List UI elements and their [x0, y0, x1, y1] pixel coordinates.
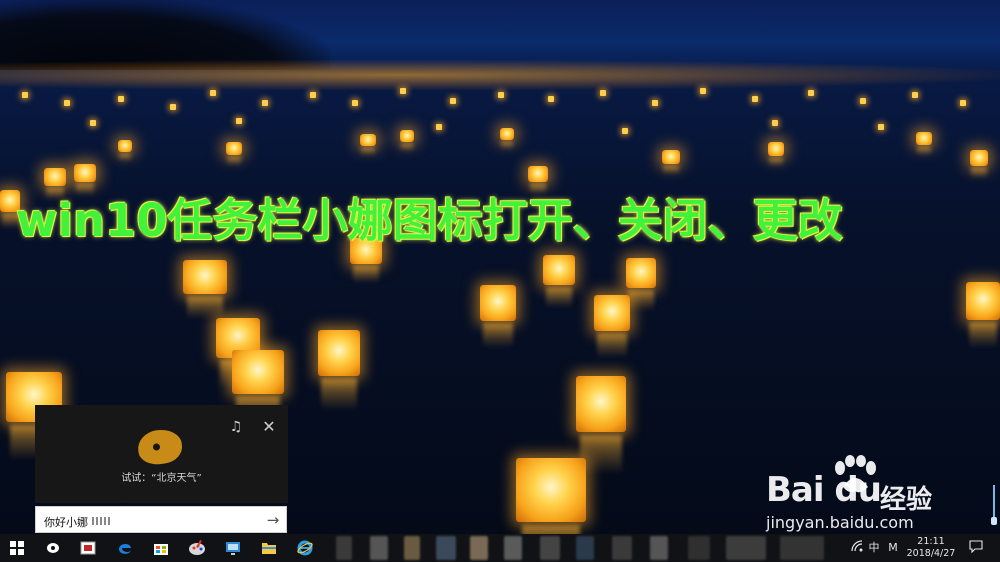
lantern [232, 350, 284, 394]
lantern [318, 330, 360, 376]
network-icon[interactable] [850, 540, 864, 556]
cortana-icon[interactable] [36, 534, 70, 562]
lantern-dot [878, 124, 884, 130]
lantern-dot [310, 92, 316, 98]
clock-time: 21:11 [917, 536, 945, 547]
clock-date: 2018/4/27 [906, 548, 956, 559]
lantern-dot [752, 96, 758, 102]
lantern-dot [450, 98, 456, 104]
lantern [226, 142, 242, 155]
lantern [183, 260, 227, 294]
lantern-dot [236, 118, 242, 124]
ime-mode[interactable]: M [886, 540, 900, 556]
music-notes-icon[interactable]: ♫ [226, 419, 246, 435]
lantern-dot [912, 92, 918, 98]
lantern [966, 282, 1000, 320]
lantern [543, 255, 575, 285]
lantern-dot [352, 100, 358, 106]
lantern [768, 142, 784, 156]
running-app-blurred[interactable] [576, 536, 594, 560]
lantern [500, 128, 514, 140]
lantern [360, 134, 376, 146]
lantern [626, 258, 656, 288]
system-clock[interactable]: 21:11 2018/4/27 [906, 536, 956, 560]
windows-start-icon[interactable] [0, 534, 34, 562]
voice-wave-icon [92, 517, 110, 525]
horizon-glow [0, 60, 1000, 90]
lantern-dot [210, 90, 216, 96]
volume-slider[interactable] [991, 485, 997, 525]
lantern-dot [64, 100, 70, 106]
arrow-right-icon[interactable]: → [264, 511, 282, 529]
running-app-blurred[interactable] [612, 536, 632, 560]
watermark-brand: Bai du [766, 470, 882, 510]
lantern-dot [808, 90, 814, 96]
action-center-icon[interactable] [966, 540, 986, 556]
lantern [74, 164, 96, 182]
watermark-brand-cn: 经验 [880, 485, 933, 515]
lantern [400, 130, 414, 142]
edge-icon[interactable] [108, 534, 142, 562]
running-app-blurred[interactable] [370, 536, 388, 560]
search-input-text[interactable]: 你好小娜 [44, 514, 88, 530]
volume-thumb[interactable] [991, 517, 997, 525]
lantern-dot [652, 100, 658, 106]
lantern-dot [548, 96, 554, 102]
running-app-blurred[interactable] [780, 536, 824, 560]
cortana-hint: 试试：“北京天气” [121, 473, 202, 484]
task-view-icon[interactable] [72, 534, 106, 562]
lantern-dot [118, 96, 124, 102]
lantern-dot [860, 98, 866, 104]
lantern-dot [170, 104, 176, 110]
internet-explorer-icon[interactable] [288, 534, 322, 562]
lantern-dot [700, 88, 706, 94]
store-icon[interactable] [144, 534, 178, 562]
lantern [916, 132, 932, 145]
cortana-avatar [135, 427, 185, 467]
lantern-dot [498, 92, 504, 98]
lantern [662, 150, 680, 164]
lantern [118, 140, 132, 152]
lantern [970, 150, 988, 166]
lantern-dot [772, 120, 778, 126]
close-icon[interactable]: ✕ [259, 417, 279, 437]
lantern-dot [600, 90, 606, 96]
lantern [528, 166, 548, 182]
lantern-dot [622, 128, 628, 134]
running-app-blurred[interactable] [726, 536, 766, 560]
running-app-blurred[interactable] [504, 536, 522, 560]
running-app-blurred[interactable] [470, 536, 488, 560]
page-headline: win10任务栏小娜图标打开、关闭、更改 [16, 194, 843, 247]
lantern-dot [22, 92, 28, 98]
running-app-blurred[interactable] [688, 536, 710, 560]
running-app-blurred[interactable] [650, 536, 668, 560]
taskbar: 中 M 21:11 2018/4/27 [0, 534, 1000, 562]
lantern [594, 295, 630, 331]
lantern [480, 285, 516, 321]
lantern [516, 458, 586, 522]
paint-icon[interactable] [180, 534, 214, 562]
file-explorer-icon[interactable] [252, 534, 286, 562]
baidu-watermark: Bai du 经验 jingyan.baidu.com [760, 455, 960, 535]
running-app-blurred[interactable] [540, 536, 560, 560]
running-app-blurred[interactable] [336, 536, 352, 560]
lantern-dot [400, 88, 406, 94]
remote-desktop-icon[interactable] [216, 534, 250, 562]
watermark-url: jingyan.baidu.com [766, 513, 914, 532]
lantern-dot [436, 124, 442, 130]
lantern-dot [960, 100, 966, 106]
lantern [576, 376, 626, 432]
ime-language[interactable]: 中 [866, 540, 882, 556]
cortana-search-box[interactable]: 你好小娜 → [35, 506, 287, 533]
running-app-blurred[interactable] [404, 536, 420, 560]
lantern-dot [262, 100, 268, 106]
lantern-dot [90, 120, 96, 126]
cortana-panel: ♫ ✕ 试试：“北京天气” [35, 405, 288, 503]
running-app-blurred[interactable] [436, 536, 456, 560]
